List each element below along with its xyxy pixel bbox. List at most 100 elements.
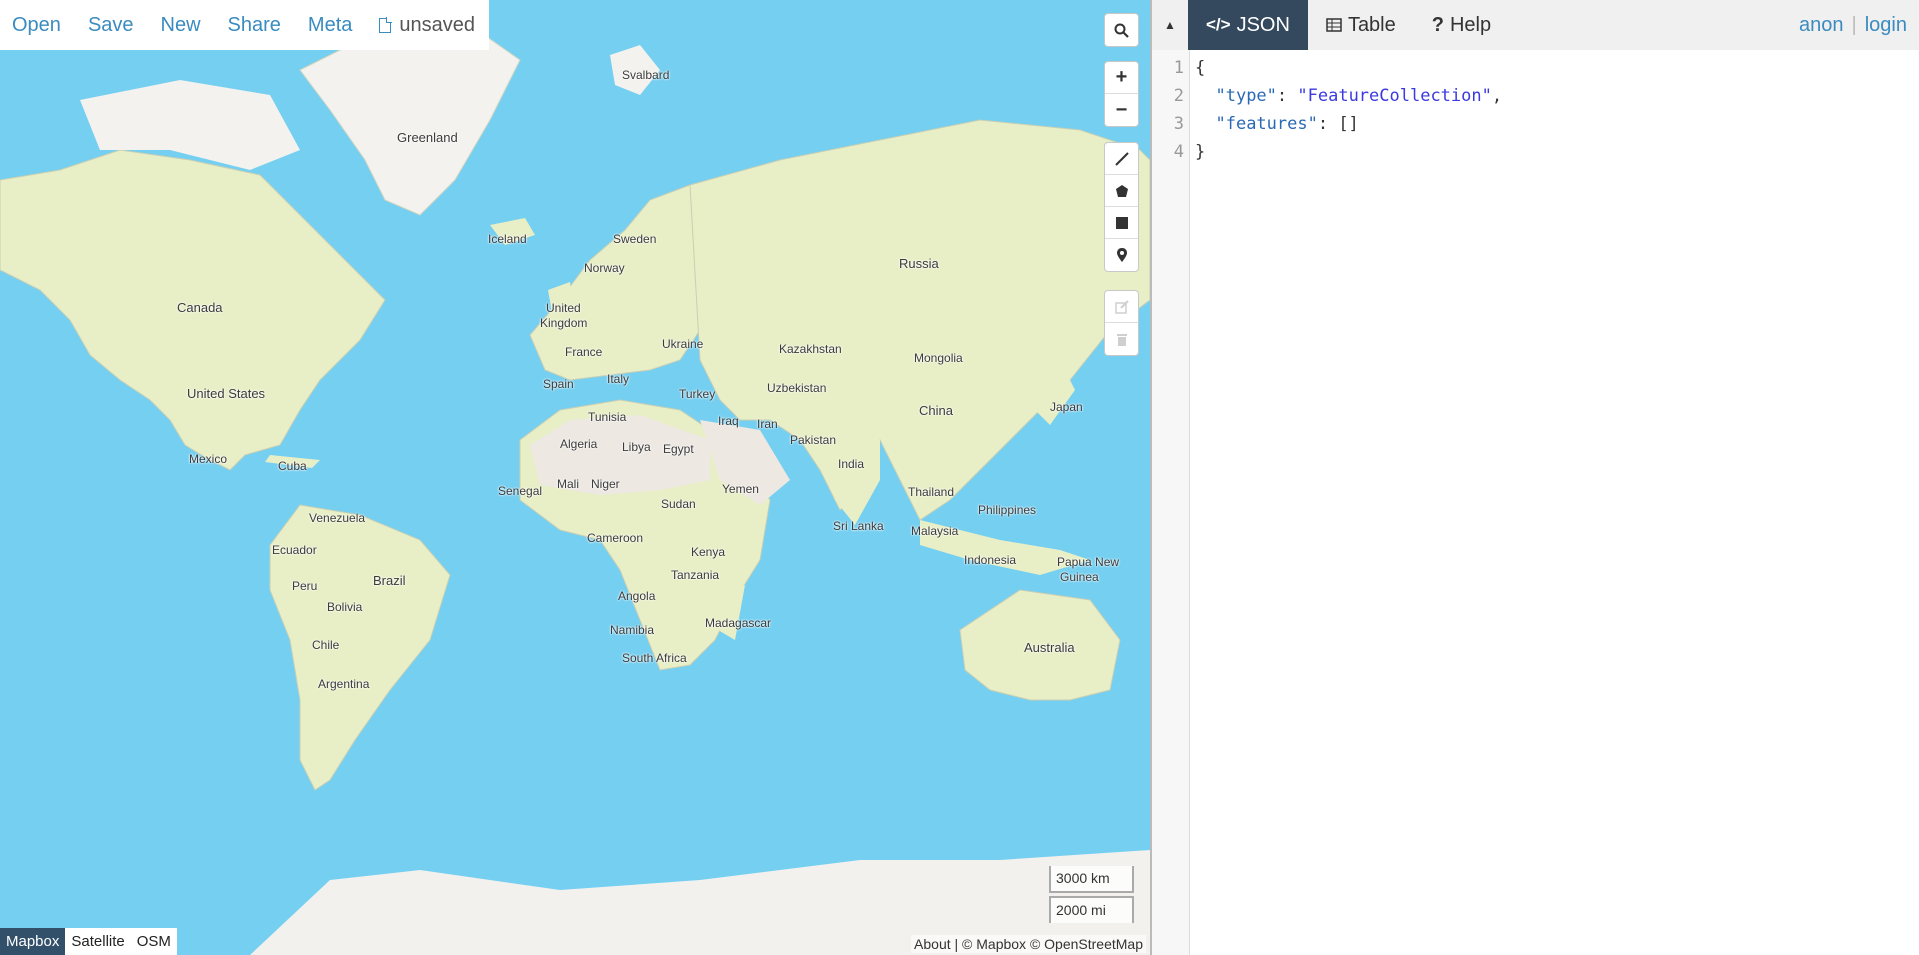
map-label-mali: Mali [557, 477, 580, 491]
map-label-mexico: Mexico [189, 452, 228, 466]
map-label-sweden: Sweden [613, 232, 657, 246]
line-number: 4 [1173, 142, 1184, 162]
map-label-senegal: Senegal [498, 484, 543, 498]
map-label-algeria: Algeria [560, 437, 598, 451]
tab-json[interactable]: </> JSON [1188, 0, 1308, 50]
map-label-chile: Chile [312, 638, 340, 652]
map-label-tanzania: Tanzania [671, 568, 720, 582]
menu-open[interactable]: Open [12, 14, 61, 37]
login-link[interactable]: login [1865, 14, 1907, 37]
code-token: : [1276, 86, 1298, 106]
zoom-in-button[interactable]: + [1105, 62, 1138, 94]
scale-mi: 2000 mi [1049, 896, 1134, 923]
map-label-madagascar: Madagascar [705, 616, 772, 630]
edit-layers-button[interactable] [1105, 291, 1138, 323]
map-label-france: France [565, 345, 603, 359]
map-label-united-states: United States [187, 386, 266, 401]
map-label-kenya: Kenya [691, 545, 726, 559]
map-label-papua-new: Papua New [1057, 555, 1120, 569]
draw-marker-button[interactable] [1105, 239, 1138, 271]
code-line: "features": [] [1195, 114, 1358, 142]
auth-separator: | [1851, 14, 1857, 36]
caret-up-icon: ▲ [1164, 18, 1176, 32]
line-icon [1114, 151, 1129, 166]
tab-help[interactable]: ? Help [1414, 0, 1509, 50]
map-label-canada: Canada [177, 300, 223, 315]
map-label-namibia: Namibia [610, 623, 655, 637]
map-label-spain: Spain [543, 377, 574, 391]
landmass-greenland [299, 24, 521, 216]
collapse-pane-button[interactable]: ▲ [1152, 0, 1188, 50]
map-label-cuba: Cuba [278, 459, 307, 473]
menu-save[interactable]: Save [88, 14, 134, 37]
map-label-sri-lanka: Sri Lanka [833, 519, 884, 533]
map-label-indonesia: Indonesia [964, 553, 1017, 567]
draw-line-button[interactable] [1105, 143, 1138, 175]
file-status[interactable]: unsaved [379, 14, 475, 37]
draw-control [1104, 142, 1139, 272]
user-name[interactable]: anon [1799, 14, 1844, 37]
map-label-mongolia: Mongolia [914, 351, 963, 365]
tab-table-label: Table [1347, 13, 1396, 36]
code-token: , [1491, 86, 1503, 106]
json-editor[interactable]: 1 2 3 4 { "type": "FeatureCollection", "fea… [1152, 50, 1919, 955]
plus-icon: + [1115, 66, 1128, 88]
map-label-guinea: Guinea [1060, 570, 1099, 584]
map-label-australia: Australia [1024, 640, 1075, 655]
map-label-cameroon: Cameroon [587, 531, 644, 545]
minus-icon: − [1115, 98, 1128, 121]
delete-layers-button[interactable] [1105, 323, 1138, 355]
line-number: 3 [1173, 114, 1184, 134]
map-label-japan: Japan [1050, 400, 1083, 414]
style-mapbox[interactable]: Mapbox [0, 928, 66, 955]
trash-icon [1116, 334, 1127, 346]
search-button[interactable] [1105, 14, 1138, 46]
code-line: } [1195, 142, 1205, 170]
search-control [1104, 13, 1139, 47]
map-label-united: United [546, 301, 581, 315]
map-label-egypt: Egypt [663, 442, 694, 456]
menu-new[interactable]: New [161, 14, 201, 37]
map-label-venezuela: Venezuela [309, 511, 366, 525]
map-marker-icon [1116, 248, 1127, 262]
line-number: 2 [1173, 86, 1184, 106]
table-icon [1326, 18, 1342, 32]
map-attribution[interactable]: About | © Mapbox © OpenStreetMap [911, 935, 1146, 953]
map-label-bolivia: Bolivia [327, 600, 363, 614]
editor-pane: ▲ </> JSON Table ? Help anon | login 1 2 3… [1150, 0, 1919, 955]
map-label-argentina: Argentina [318, 677, 370, 691]
draw-rectangle-button[interactable] [1105, 207, 1138, 239]
tab-json-label: JSON [1236, 13, 1290, 36]
polygon-icon [1115, 184, 1128, 197]
map-label-yemen: Yemen [722, 482, 759, 496]
map-label-kazakhstan: Kazakhstan [779, 342, 842, 356]
code-token: "type" [1215, 86, 1277, 106]
map-label-kingdom: Kingdom [540, 316, 588, 330]
map-label-turkey: Turkey [679, 387, 716, 401]
map-style-toggle: Mapbox Satellite OSM [0, 928, 177, 955]
map-label-pakistan: Pakistan [790, 433, 837, 447]
map-label-china: China [919, 403, 953, 418]
style-osm[interactable]: OSM [130, 928, 177, 955]
auth-links: anon | login [1799, 14, 1907, 37]
map-label-uzbekistan: Uzbekistan [767, 381, 827, 395]
draw-polygon-button[interactable] [1105, 175, 1138, 207]
map-label-peru: Peru [292, 579, 318, 593]
code-token: } [1195, 142, 1206, 162]
zoom-out-button[interactable]: − [1105, 94, 1138, 126]
code-line: "type": "FeatureCollection", [1195, 86, 1502, 114]
zoom-control: + − [1104, 61, 1139, 127]
style-satellite[interactable]: Satellite [65, 928, 131, 955]
file-status-label: unsaved [399, 13, 476, 36]
code-token: "FeatureCollection" [1297, 86, 1492, 106]
top-menu: Open Save New Share Meta unsaved [0, 0, 490, 50]
map-label-iraq: Iraq [718, 414, 739, 428]
menu-share[interactable]: Share [228, 14, 281, 37]
tab-table[interactable]: Table [1308, 0, 1414, 50]
map-label-norway: Norway [584, 261, 625, 275]
map-canvas[interactable]: Svalbard Greenland Iceland Sweden Norway Unit… [0, 0, 1150, 955]
rectangle-icon [1115, 216, 1128, 229]
menu-meta[interactable]: Meta [308, 14, 352, 37]
